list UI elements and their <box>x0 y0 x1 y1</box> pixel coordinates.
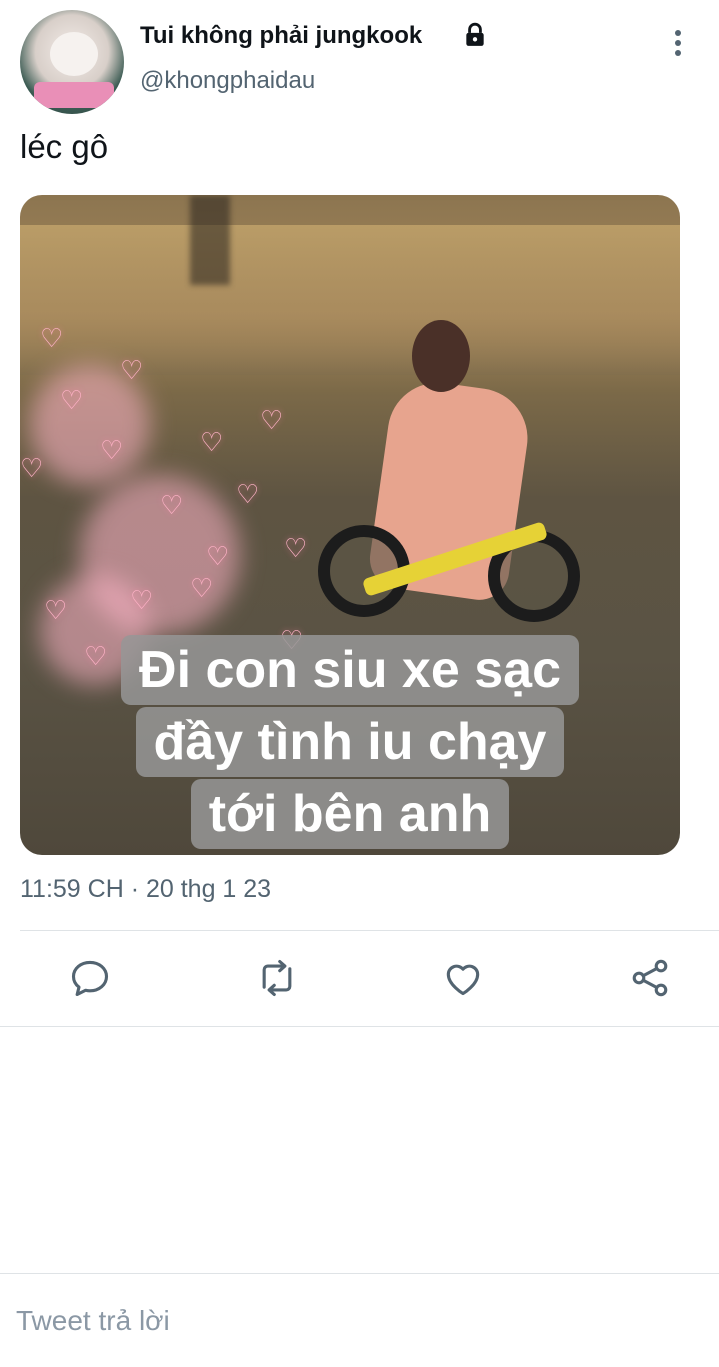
user-handle[interactable]: @khongphaidau <box>140 67 315 95</box>
heart-sticker-icon: ♡ <box>60 385 84 415</box>
heart-sticker-icon: ♡ <box>20 453 44 483</box>
heart-sticker-icon: ♡ <box>236 479 260 509</box>
heart-sticker-icon: ♡ <box>130 585 154 615</box>
tweet-header: Tui không phải jungkook @khongphaidau <box>0 0 719 120</box>
divider <box>0 1026 719 1027</box>
divider <box>20 930 719 931</box>
avatar[interactable] <box>20 10 124 114</box>
retweet-icon[interactable] <box>255 956 299 1000</box>
avatar-face <box>50 32 98 76</box>
heart-sticker-icon: ♡ <box>200 427 224 457</box>
avatar-accent <box>34 82 114 108</box>
tweet-text: léc gô <box>20 128 109 165</box>
media-background-post <box>190 195 230 285</box>
heart-sticker-icon: ♡ <box>284 533 308 563</box>
tweet-media[interactable]: ♡ ♡ ♡ ♡ ♡ ♡ ♡ ♡ ♡ ♡ ♡ ♡ ♡ ♡ ♡ ♡ Đi con s… <box>20 195 680 855</box>
heart-sticker-icon: ♡ <box>206 541 230 571</box>
media-caption-line: tới bên anh <box>20 779 680 849</box>
tweet-timestamp[interactable]: 11:59 CH · 20 thg 1 23 <box>20 875 271 904</box>
share-icon[interactable] <box>628 956 672 1000</box>
heart-sticker-icon: ♡ <box>100 435 124 465</box>
media-background-wall <box>20 225 680 375</box>
media-child-head <box>412 320 470 392</box>
heart-sticker-icon: ♡ <box>120 355 144 385</box>
heart-sticker-icon: ♡ <box>44 595 68 625</box>
comment-icon[interactable] <box>68 956 112 1000</box>
heart-sticker-icon: ♡ <box>190 573 214 603</box>
media-caption-line: Đi con siu xe sạc <box>20 635 680 705</box>
heart-sticker-icon: ♡ <box>260 405 284 435</box>
lock-icon <box>466 22 484 46</box>
more-options-icon[interactable] <box>664 28 692 58</box>
reply-input[interactable]: Tweet trả lời <box>16 1305 170 1337</box>
media-caption-line: đầy tình iu chạy <box>20 707 680 777</box>
display-name[interactable]: Tui không phải jungkook <box>140 22 422 50</box>
heart-icon[interactable] <box>441 956 485 1000</box>
heart-sticker-icon: ♡ <box>40 323 64 353</box>
divider <box>0 1273 719 1274</box>
heart-sticker-icon: ♡ <box>160 490 184 520</box>
